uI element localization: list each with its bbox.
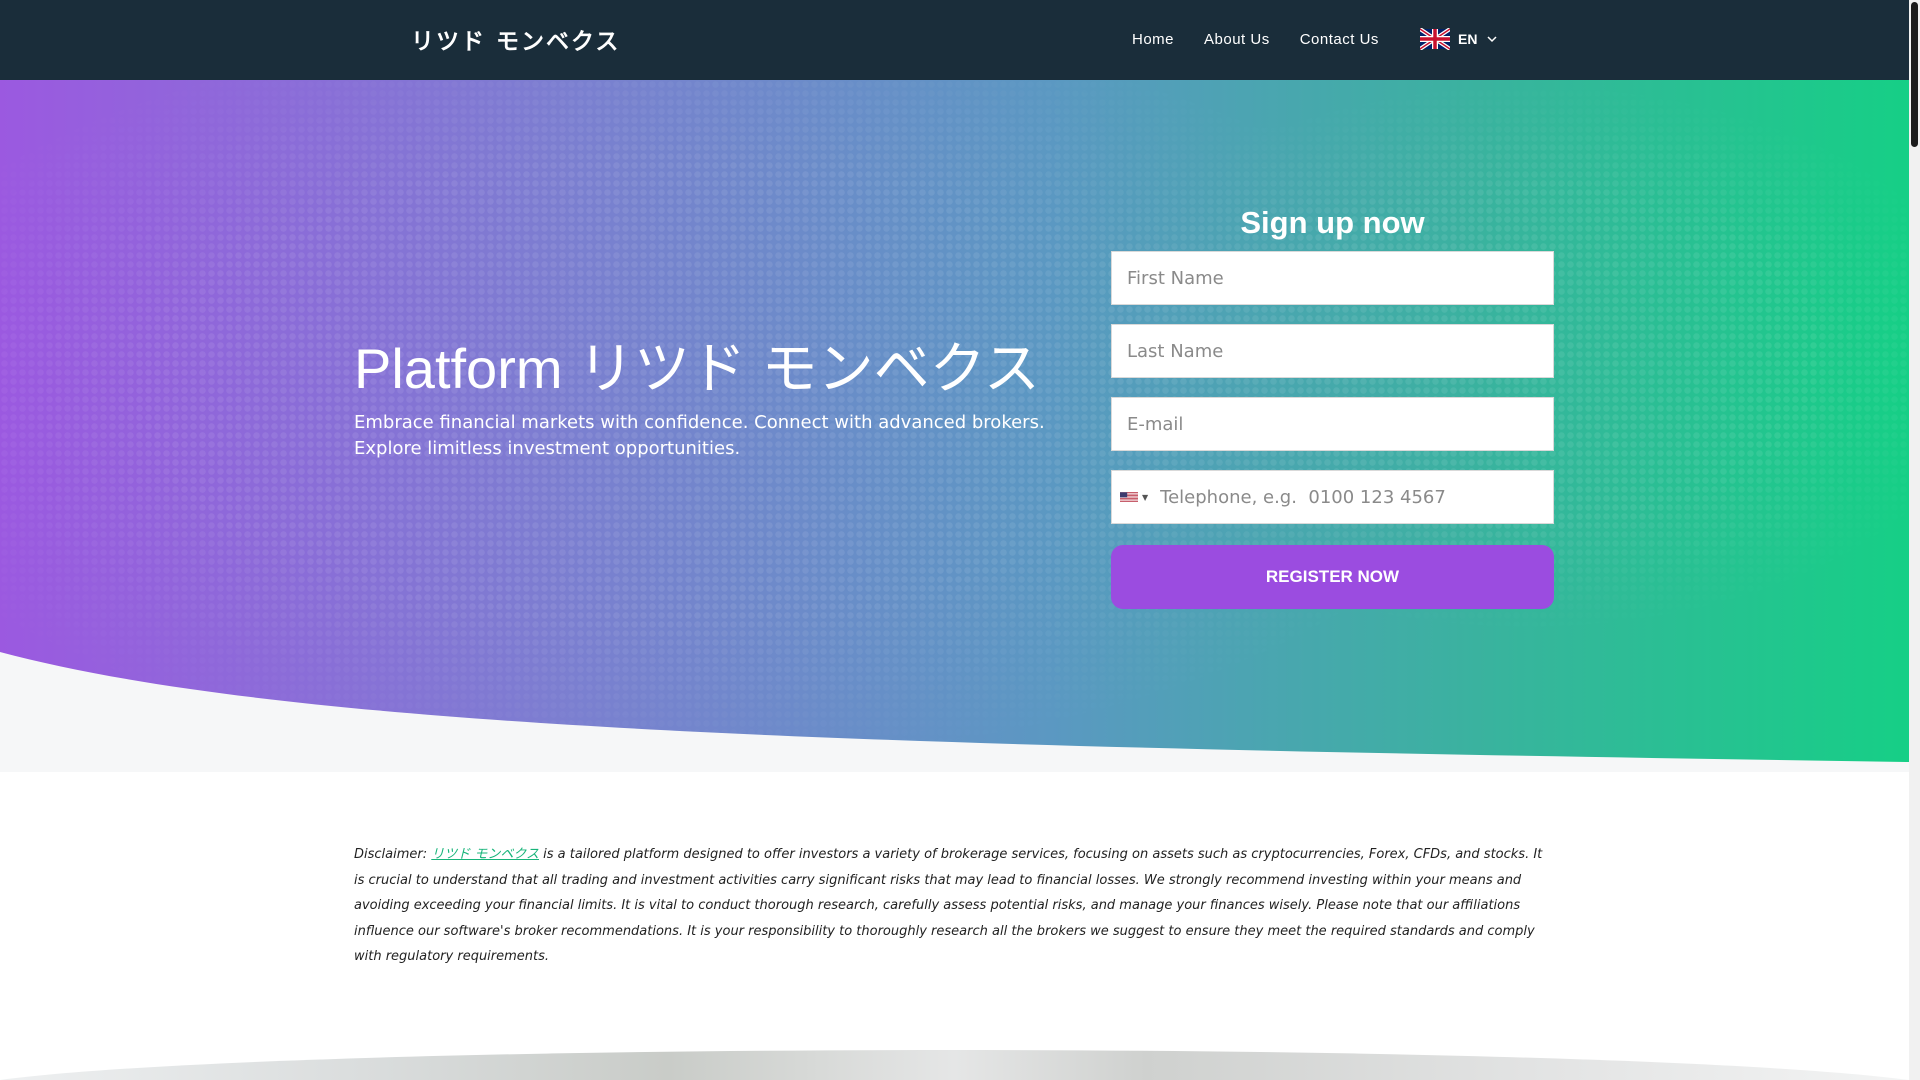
disclaimer-body: is a tailored platform designed to offer…	[354, 847, 1543, 964]
hero-section: Platform リツド モンベクス Embrace financial mar…	[0, 80, 1909, 772]
chevron-down-icon	[1487, 36, 1497, 43]
language-code: EN	[1458, 31, 1478, 47]
language-selector[interactable]: EN	[1420, 28, 1497, 50]
main-nav: Home About Us Contact Us	[1132, 31, 1409, 48]
us-flag-icon[interactable]	[1120, 491, 1138, 503]
disclaimer-prefix: Disclaimer:	[354, 847, 432, 862]
top-navbar: リツド モンベクス Home About Us Contact Us EN	[0, 0, 1909, 80]
nav-contact-us[interactable]: Contact Us	[1300, 31, 1379, 48]
scrollbar-thumb[interactable]	[1911, 2, 1918, 147]
first-name-field[interactable]	[1111, 251, 1554, 305]
email-field[interactable]	[1111, 397, 1554, 451]
page-scrollbar[interactable]	[1909, 0, 1920, 1080]
disclaimer-text: Disclaimer: リツド モンベクス is a tailored plat…	[354, 842, 1554, 970]
nav-about-us[interactable]: About Us	[1204, 31, 1270, 48]
bottom-image-band	[0, 1040, 1909, 1080]
hero-title: Platform リツド モンベクス	[354, 337, 1040, 400]
disclaimer-brand-link[interactable]: リツド モンベクス	[431, 847, 539, 862]
phone-field-wrapper: ▼	[1111, 470, 1554, 524]
hero-bottom-curve	[0, 652, 1909, 772]
signup-heading: Sign up now	[1240, 205, 1425, 240]
brand-logo[interactable]: リツド モンベクス	[411, 22, 620, 56]
country-dropdown-caret-icon[interactable]: ▼	[1142, 493, 1148, 502]
uk-flag-icon	[1420, 28, 1450, 50]
signup-form: Sign up now ▼ REGISTER NOW	[1111, 195, 1554, 609]
phone-field[interactable]	[1158, 471, 1553, 523]
register-now-button[interactable]: REGISTER NOW	[1111, 545, 1554, 609]
last-name-field[interactable]	[1111, 324, 1554, 378]
disclaimer-section: Disclaimer: リツド モンベクス is a tailored plat…	[0, 772, 1909, 1080]
nav-home[interactable]: Home	[1132, 31, 1174, 48]
hero-subtitle: Embrace financial markets with confidenc…	[354, 412, 1045, 459]
